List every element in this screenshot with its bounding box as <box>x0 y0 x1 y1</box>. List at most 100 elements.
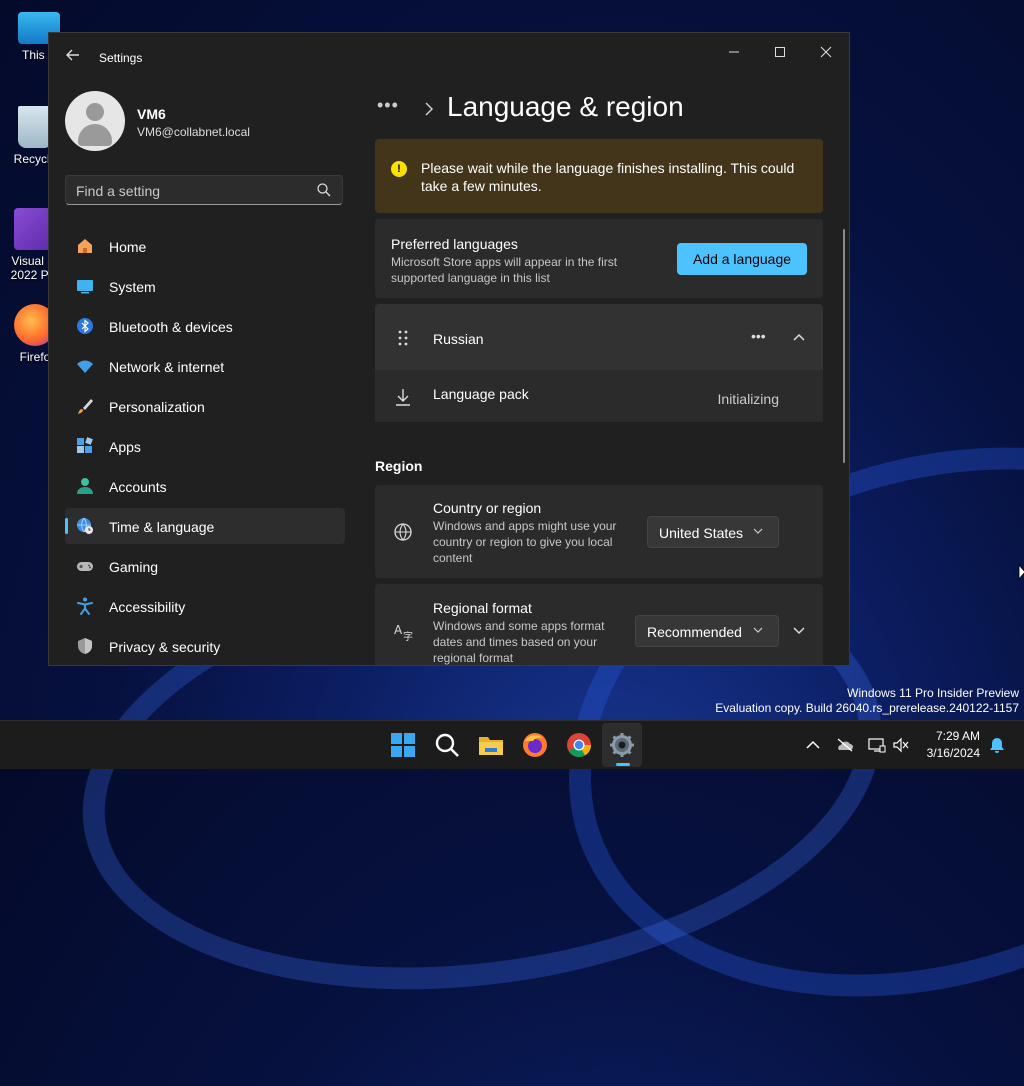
minimize-button[interactable] <box>719 43 749 63</box>
shield-icon <box>78 638 92 654</box>
add-language-button[interactable]: Add a language <box>677 243 807 275</box>
svg-text:字: 字 <box>403 630 413 642</box>
preferred-languages-subtitle: Microsoft Store apps will appear in the … <box>391 255 618 285</box>
sidebar-item-accounts[interactable]: Accounts <box>65 468 345 504</box>
regional-format-value: Recommended <box>647 624 742 640</box>
page-title: Language & region <box>447 91 684 122</box>
network-icon[interactable] <box>868 737 886 753</box>
settings-gear-icon[interactable] <box>608 731 636 759</box>
country-region-value: United States <box>659 525 744 541</box>
sidebar-item-personalization[interactable]: Personalization <box>65 388 345 424</box>
sidebar-item-home[interactable]: Home <box>65 228 345 264</box>
drag-handle-icon[interactable] <box>397 330 409 346</box>
chevron-down-icon <box>753 627 763 633</box>
globe-icon <box>394 523 412 541</box>
active-app-indicator <box>616 763 630 766</box>
language-more-button[interactable]: ••• <box>751 328 766 344</box>
watermark-line-2: Evaluation copy. Build 26040.rs_prerelea… <box>715 701 1019 715</box>
sidebar-item-apps[interactable]: Apps <box>65 428 345 464</box>
scrollbar[interactable] <box>843 229 845 463</box>
close-icon <box>820 46 832 58</box>
settings-window: Settings VM6 VM6@collabnet.local Find a … <box>48 32 850 666</box>
country-region-subtitle: Windows and apps might use your country … <box>433 519 617 565</box>
search-placeholder: Find a setting <box>76 183 161 199</box>
sidebar-item-gaming[interactable]: Gaming <box>65 548 345 584</box>
sidebar-item-label: Accessibility <box>109 599 186 615</box>
file-explorer-icon[interactable] <box>477 731 505 759</box>
avatar-head <box>86 103 104 121</box>
brush-icon <box>78 399 93 414</box>
sidebar-item-label: Time & language <box>109 519 215 535</box>
accessibility-icon <box>77 597 93 615</box>
country-region-card: Country or region Windows and apps might… <box>375 485 823 578</box>
clock-date[interactable]: 3/16/2024 <box>927 746 980 760</box>
mouse-cursor-icon <box>1018 564 1024 580</box>
sidebar-item-label: Accounts <box>109 479 167 495</box>
clock-time[interactable]: 7:29 AM <box>936 729 980 743</box>
region-section-header: Region <box>375 458 423 474</box>
bluetooth-icon <box>77 318 93 334</box>
wifi-icon <box>77 360 93 373</box>
regional-format-card: A字 Regional format Windows and some apps… <box>375 584 823 665</box>
regional-format-dropdown[interactable]: Recommended <box>635 615 779 647</box>
search-input[interactable]: Find a setting <box>65 175 343 205</box>
language-card: Russian ••• Language pack Initializing <box>375 304 823 422</box>
sidebar-item-accessibility[interactable]: Accessibility <box>65 588 345 624</box>
search-icon <box>317 183 331 197</box>
firefox-icon[interactable] <box>521 731 549 759</box>
chrome-icon[interactable] <box>565 731 593 759</box>
sidebar-item-label: Gaming <box>109 559 159 575</box>
sidebar-item-label: Network & internet <box>109 359 225 375</box>
volume-muted-icon[interactable] <box>892 737 910 753</box>
maximize-icon <box>775 47 785 57</box>
notification-bell-icon[interactable] <box>988 737 1006 753</box>
arrow-left-icon <box>66 49 79 61</box>
maximize-button[interactable] <box>765 43 795 63</box>
home-icon <box>78 239 92 253</box>
app-title: Settings <box>99 51 143 65</box>
sidebar-item-label: Personalization <box>109 399 205 415</box>
recycle-bin-icon <box>18 106 52 148</box>
sidebar-item-label: System <box>109 279 156 295</box>
regional-format-icon: A字 <box>394 623 413 642</box>
language-header-row[interactable]: Russian ••• <box>375 304 823 370</box>
close-button[interactable] <box>811 43 841 63</box>
system-icon <box>77 280 93 294</box>
user-email: VM6@collabnet.local <box>137 125 250 139</box>
sidebar-item-label: Privacy & security <box>109 639 221 655</box>
language-pack-row: Language pack Initializing <box>375 372 823 422</box>
sidebar-nav: Home System Bluetooth & devices Network … <box>65 228 345 665</box>
taskbar: 7:29 AM 3/16/2024 <box>0 720 1024 769</box>
gamepad-icon <box>77 562 93 571</box>
minimize-icon <box>729 51 739 53</box>
preferred-languages-card: Preferred languages Microsoft Store apps… <box>375 219 823 298</box>
sidebar-item-network-internet[interactable]: Network & internet <box>65 348 345 384</box>
apps-icon <box>77 437 93 453</box>
country-region-title: Country or region <box>433 500 542 516</box>
watermark-line-1: Windows 11 Pro Insider Preview <box>847 686 1019 700</box>
chevron-down-icon <box>753 528 763 534</box>
avatar[interactable] <box>65 91 125 151</box>
sidebar-item-time-language[interactable]: Time & language <box>65 508 345 544</box>
onedrive-offline-icon[interactable] <box>836 737 854 753</box>
chevron-up-icon[interactable] <box>804 737 822 753</box>
globe-clock-icon <box>77 517 93 534</box>
sidebar-item-system[interactable]: System <box>65 268 345 304</box>
sidebar-item-label: Apps <box>109 439 141 455</box>
language-pack-label: Language pack <box>433 386 529 402</box>
breadcrumb-more-button[interactable]: ••• <box>377 95 399 116</box>
sidebar-item-privacy-security[interactable]: Privacy & security <box>65 628 345 664</box>
windows-start-icon[interactable] <box>389 731 417 759</box>
warning-icon: ! <box>391 161 407 177</box>
expand-chevron-icon[interactable] <box>793 626 805 636</box>
search-icon[interactable] <box>433 731 461 759</box>
title-bar: Settings <box>49 33 849 81</box>
language-pack-status: Initializing <box>717 391 779 407</box>
chevron-right-icon <box>425 102 434 116</box>
info-banner-text: Please wait while the language finishes … <box>421 160 795 194</box>
back-button[interactable] <box>63 48 83 68</box>
country-region-dropdown[interactable]: United States <box>647 516 779 548</box>
sidebar-item-bluetooth-devices[interactable]: Bluetooth & devices <box>65 308 345 344</box>
download-icon <box>396 389 410 406</box>
chevron-up-icon[interactable] <box>793 332 805 342</box>
